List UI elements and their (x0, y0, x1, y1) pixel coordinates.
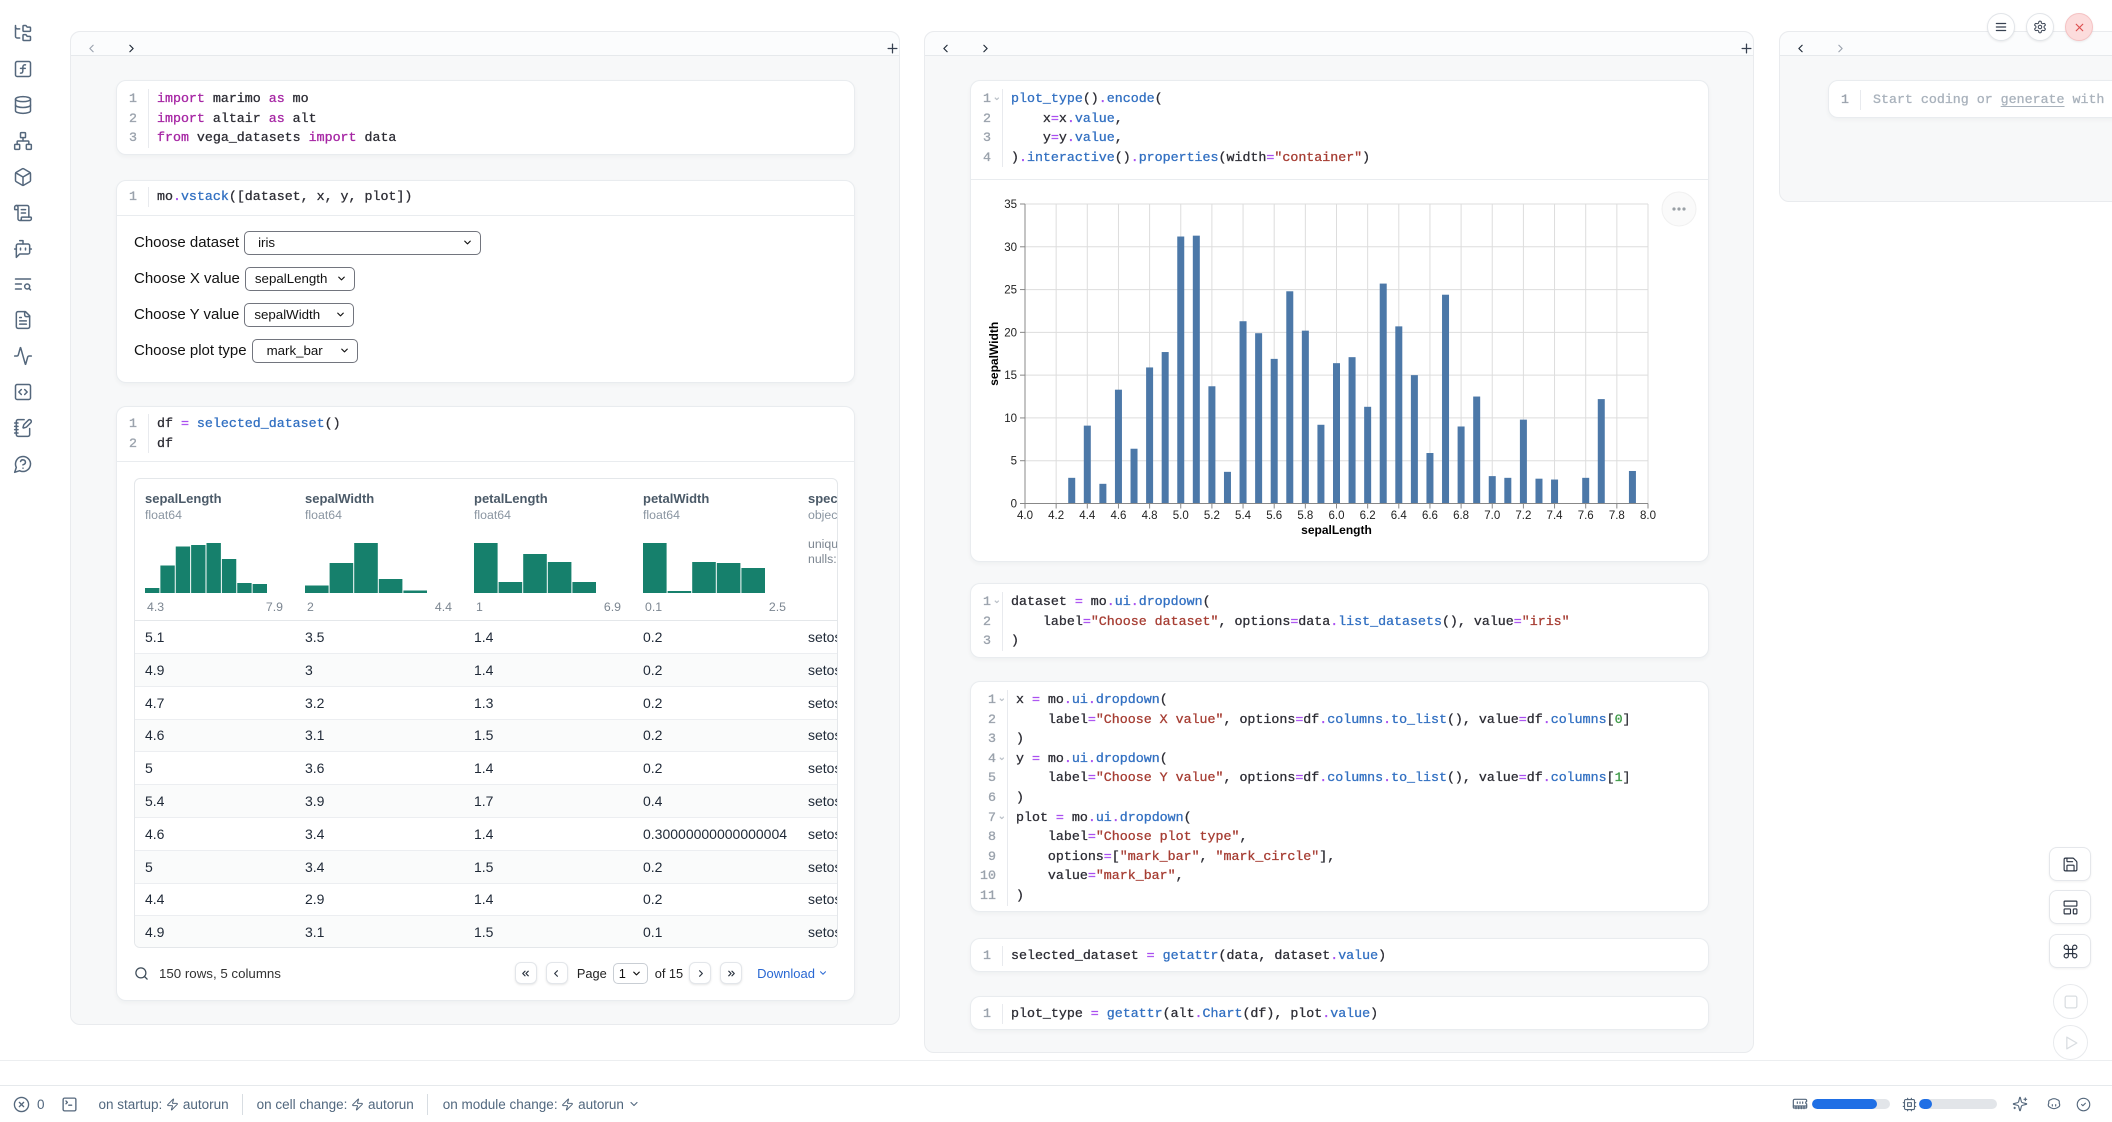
svg-text:35: 35 (1004, 199, 1017, 211)
svg-text:6.2: 6.2 (1360, 510, 1376, 522)
svg-text:25: 25 (1004, 285, 1017, 297)
svg-text:15: 15 (1004, 371, 1017, 383)
svg-text:4.2: 4.2 (1048, 510, 1064, 522)
svg-text:5.8: 5.8 (1297, 510, 1313, 522)
svg-text:7.0: 7.0 (1484, 510, 1500, 522)
svg-text:7.8: 7.8 (1609, 510, 1625, 522)
svg-text:4.8: 4.8 (1142, 510, 1158, 522)
svg-text:5: 5 (1011, 456, 1017, 468)
svg-text:20: 20 (1004, 328, 1017, 340)
svg-text:7.4: 7.4 (1547, 510, 1564, 522)
svg-text:5.2: 5.2 (1204, 510, 1220, 522)
svg-text:10: 10 (1004, 413, 1017, 425)
svg-text:0: 0 (1011, 499, 1017, 511)
svg-text:sepalWidth: sepalWidth (987, 322, 1001, 386)
svg-text:sepalLength: sepalLength (1301, 523, 1372, 537)
svg-text:30: 30 (1004, 242, 1017, 254)
svg-text:4.6: 4.6 (1110, 510, 1126, 522)
svg-text:6.6: 6.6 (1422, 510, 1438, 522)
svg-text:7.2: 7.2 (1515, 510, 1531, 522)
svg-text:4.0: 4.0 (1017, 510, 1033, 522)
svg-text:6.8: 6.8 (1453, 510, 1469, 522)
svg-text:5.6: 5.6 (1266, 510, 1282, 522)
svg-text:6.0: 6.0 (1329, 510, 1345, 522)
svg-text:8.0: 8.0 (1640, 510, 1656, 522)
svg-text:5.4: 5.4 (1235, 510, 1252, 522)
svg-text:5.0: 5.0 (1173, 510, 1189, 522)
svg-text:7.6: 7.6 (1578, 510, 1594, 522)
svg-text:6.4: 6.4 (1391, 510, 1408, 522)
svg-text:4.4: 4.4 (1079, 510, 1096, 522)
